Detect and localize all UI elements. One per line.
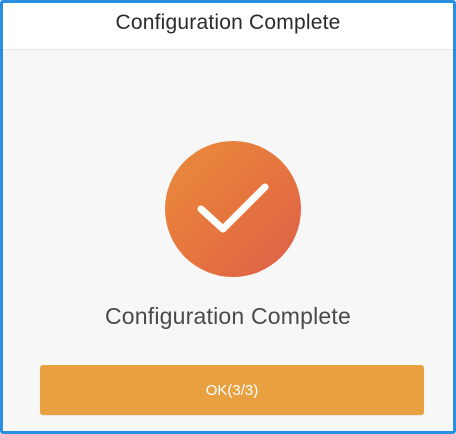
success-badge [165, 141, 301, 277]
ok-button[interactable]: OK(3/3) [40, 365, 424, 415]
title-bar: Configuration Complete [3, 3, 453, 50]
page-title: Configuration Complete [115, 11, 341, 34]
status-message: Configuration Complete [104, 303, 352, 329]
dialog-window: Configuration Complete Configuration Com… [0, 0, 456, 434]
checkmark-icon [197, 183, 269, 233]
